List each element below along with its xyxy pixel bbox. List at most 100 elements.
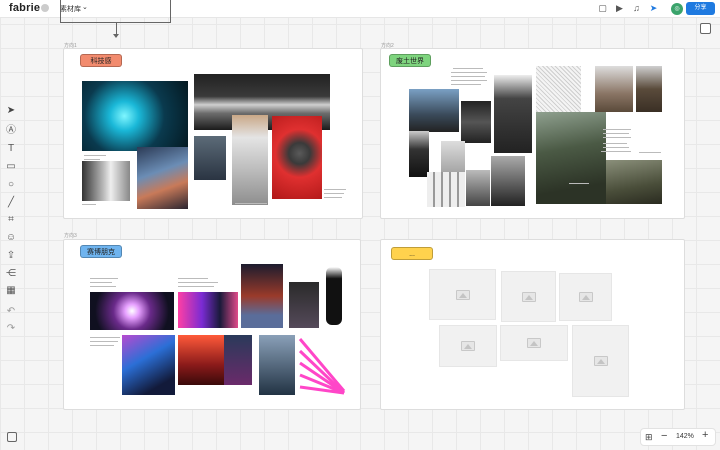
caption-line: [639, 152, 661, 153]
caption-line: [603, 137, 631, 138]
emoji-icon[interactable]: ☺: [3, 231, 19, 245]
info-icon[interactable]: [41, 4, 49, 12]
image-icon: [461, 341, 475, 351]
caption-line: [603, 147, 629, 148]
redo-icon[interactable]: ↷: [3, 322, 19, 336]
image-icon: [593, 356, 608, 366]
caption-line: [451, 72, 487, 73]
caption-line: [84, 155, 106, 156]
avatar[interactable]: ◎: [671, 3, 683, 15]
image-black-outfit[interactable]: [494, 75, 532, 153]
image-dark-armor[interactable]: [194, 136, 226, 180]
caption-line: [178, 286, 214, 287]
zoom-out-button[interactable]: −: [661, 430, 667, 442]
caption-line: [324, 197, 342, 198]
image-wanderer[interactable]: [409, 89, 459, 132]
frame-label[interactable]: 方向3: [64, 232, 77, 239]
caption-line: [90, 278, 118, 279]
image-dark-dress[interactable]: [409, 131, 429, 177]
frame-tag[interactable]: 科技感: [80, 54, 122, 67]
image-neon-hair[interactable]: [122, 335, 175, 395]
cursor-icon[interactable]: ➤: [648, 3, 659, 14]
mindmap-icon[interactable]: ⋲: [3, 267, 19, 281]
image-icon: [527, 338, 541, 348]
caption-line: [603, 129, 631, 130]
sticky-note-icon[interactable]: ▭: [3, 160, 19, 174]
frame-empty[interactable]: ...: [380, 239, 685, 410]
zoom-in-button[interactable]: +: [702, 429, 708, 441]
image-icon: [455, 289, 470, 300]
image-sketch[interactable]: [536, 66, 581, 114]
image-hooded-figure[interactable]: [636, 66, 662, 112]
zoom-bar: ⊞ − 142% +: [640, 428, 716, 446]
circle-icon[interactable]: ○: [3, 178, 19, 192]
image-placeholder[interactable]: [429, 269, 496, 320]
image-metal-gradient[interactable]: [82, 161, 130, 201]
image-neon-lines[interactable]: [298, 335, 348, 395]
minimap-icon[interactable]: [7, 432, 17, 442]
image-robot-armor[interactable]: [241, 264, 283, 328]
image-placeholder[interactable]: [559, 273, 612, 321]
image-silver-suit[interactable]: [232, 115, 268, 205]
frame-tech[interactable]: 科技感: [63, 48, 363, 219]
connector-shape[interactable]: [60, 0, 171, 23]
caption-line: [451, 80, 487, 81]
bell-icon[interactable]: ♫: [631, 3, 642, 14]
caption-line: [84, 159, 100, 160]
frame-tag[interactable]: 废土世界: [389, 54, 431, 67]
pointer-icon[interactable]: ➤: [3, 104, 19, 118]
image-placeholder[interactable]: [500, 325, 568, 361]
line-icon[interactable]: ╱: [3, 196, 19, 210]
share-button[interactable]: 分享: [686, 2, 715, 15]
frame-icon[interactable]: ⌗: [3, 213, 19, 227]
app-logo[interactable]: fabrie: [9, 2, 40, 14]
image-wasteland-crew[interactable]: [536, 112, 606, 204]
caption-line: [569, 183, 589, 184]
left-toolbar: ➤ Ⓐ T ▭ ○ ╱ ⌗ ☺ ⇪ ⋲ ▦ ↶ ↷: [3, 100, 19, 340]
upload-icon[interactable]: ⇪: [3, 249, 19, 263]
image-neon-face[interactable]: [90, 292, 174, 330]
caption-line: [90, 337, 120, 338]
caption-line: [90, 286, 116, 287]
image-red-portrait[interactable]: [272, 116, 322, 199]
image-icon: [521, 291, 536, 302]
zoom-level[interactable]: 142%: [676, 433, 694, 440]
caption-line: [178, 282, 218, 283]
text-icon[interactable]: T: [3, 142, 19, 156]
present-icon[interactable]: ▶: [614, 3, 625, 14]
chat-icon[interactable]: ▢: [597, 3, 608, 14]
image-masked-face[interactable]: [466, 170, 490, 206]
image-placeholder[interactable]: [572, 325, 629, 397]
image-cyber-soldier[interactable]: [259, 335, 295, 395]
caption-line: [90, 282, 112, 283]
image-pink-goggles[interactable]: [178, 292, 238, 328]
image-gear-collage[interactable]: [427, 172, 465, 207]
image-dark-figure[interactable]: [289, 282, 319, 328]
caption-line: [324, 189, 346, 190]
caption-line: [601, 151, 631, 152]
grid-panel-icon[interactable]: [700, 23, 711, 34]
frame-tag[interactable]: 赛博朋克: [80, 245, 122, 258]
frame-wasteland[interactable]: 废土世界: [380, 48, 685, 219]
caption-line: [603, 133, 629, 134]
image-placeholder[interactable]: [501, 271, 556, 322]
frame-tag[interactable]: ...: [391, 247, 433, 260]
frame-cyberpunk[interactable]: 赛博朋克: [63, 239, 361, 410]
image-long-coat[interactable]: [491, 156, 525, 206]
image-black-mask[interactable]: [461, 101, 491, 143]
undo-icon[interactable]: ↶: [3, 305, 19, 319]
image-wasteland-group[interactable]: [606, 160, 662, 204]
caption-line: [603, 143, 627, 144]
text-box-icon[interactable]: Ⓐ: [3, 124, 19, 138]
image-neon-sign[interactable]: [178, 335, 224, 385]
image-neon-rider[interactable]: [82, 81, 188, 151]
caption-line: [90, 345, 114, 346]
map-icon[interactable]: ⊞: [645, 432, 653, 443]
image-silhouette[interactable]: [326, 267, 342, 325]
image-street-night[interactable]: [224, 335, 252, 385]
image-cyber-figure[interactable]: [137, 147, 188, 209]
table-icon[interactable]: ▦: [3, 284, 19, 298]
image-placeholder[interactable]: [439, 325, 497, 367]
caption-line: [82, 204, 96, 205]
image-brown-coat[interactable]: [595, 66, 633, 112]
